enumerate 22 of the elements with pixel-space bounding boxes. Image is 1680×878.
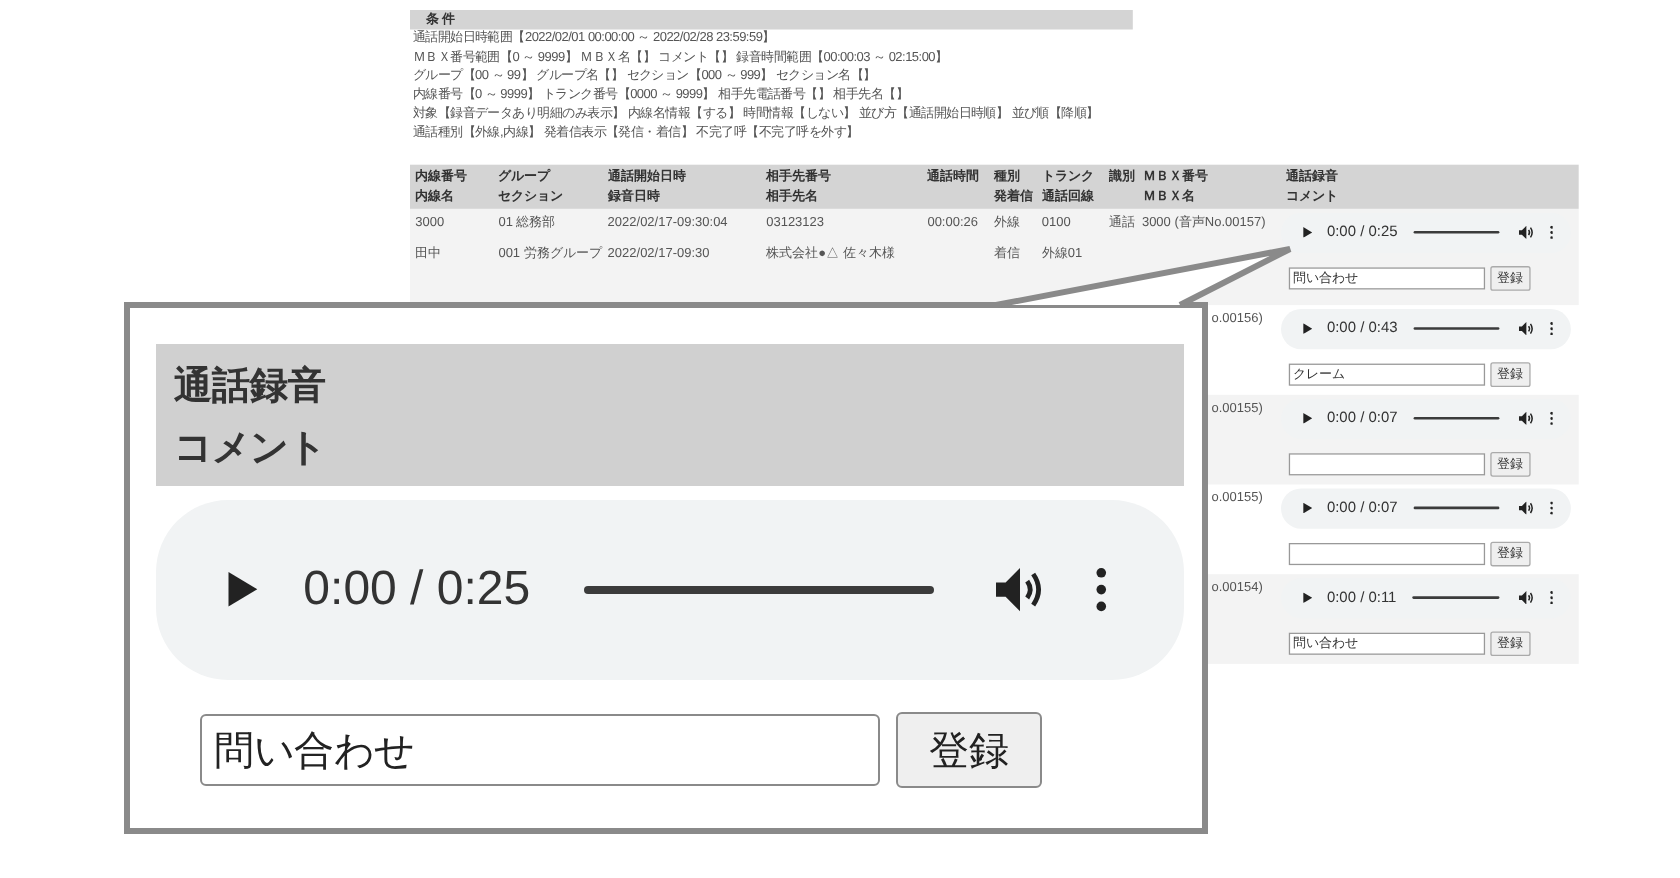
column-header: 通話録音 — [174, 363, 328, 412]
comment-field[interactable] — [1288, 542, 1486, 565]
play-button[interactable] — [1303, 592, 1313, 604]
play-button[interactable] — [1303, 412, 1313, 424]
volume-icon[interactable] — [1518, 411, 1534, 425]
volume-icon[interactable] — [995, 568, 1044, 612]
volume-icon[interactable] — [1518, 225, 1534, 240]
column-header: コメント — [174, 426, 328, 474]
seek-bar[interactable] — [583, 585, 934, 595]
volume-icon[interactable] — [1518, 321, 1534, 336]
comment-field[interactable] — [1288, 452, 1486, 475]
comment-field[interactable]: 問い合わせ — [200, 714, 880, 786]
play-button[interactable] — [1303, 323, 1313, 334]
play-button[interactable] — [1303, 227, 1313, 238]
audio-player[interactable]: 0:00 / 0:25 — [156, 500, 1184, 680]
volume-icon[interactable] — [1518, 590, 1534, 605]
volume-icon[interactable] — [1518, 501, 1534, 515]
play-button[interactable] — [1303, 502, 1313, 514]
time-display: 0:00 / 0:25 — [303, 562, 531, 618]
play-button[interactable] — [228, 572, 258, 608]
more-icon[interactable] — [1096, 568, 1108, 612]
register-button[interactable]: 登録 — [896, 712, 1042, 788]
